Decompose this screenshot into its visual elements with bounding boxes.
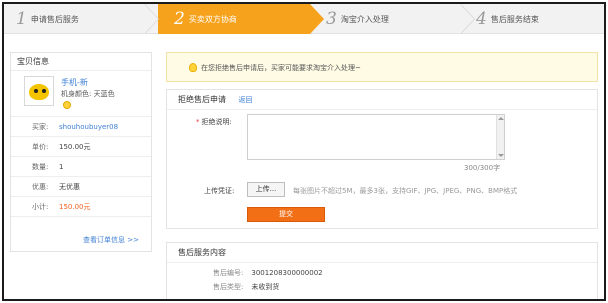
after-sale-row-id: 售后编号: 3001208300000002 xyxy=(213,268,323,278)
progress-steps: 1 申请售后服务 2 买卖双方协商 3 淘宝介入处理 4 售后服务结束 xyxy=(4,4,604,34)
info-row-quantity: 数量: 1 xyxy=(11,157,151,177)
info-key: 单价: xyxy=(32,143,49,151)
after-sale-row-type: 售后类型: 未收到货 xyxy=(213,282,279,292)
info-key: 优惠: xyxy=(32,183,49,191)
product-attribute: 机身颜色: 天蓝色 xyxy=(61,90,115,98)
reason-label-text: 拒绝说明: xyxy=(201,118,232,126)
product-name-link[interactable]: 手机-新 xyxy=(61,77,88,88)
back-link[interactable]: 返回 xyxy=(239,96,253,104)
info-value: 无优惠 xyxy=(59,183,80,191)
view-order-link[interactable]: 查看订单信息 >> xyxy=(83,235,139,245)
subtotal-value: 150.00元 xyxy=(59,203,91,211)
info-row-buyer: 买家: shouhoubuyer08 xyxy=(11,117,151,137)
step-label: 申请售后服务 xyxy=(30,14,79,24)
info-value: 150.00元 xyxy=(59,143,91,151)
step-label: 买卖双方协商 xyxy=(188,14,237,24)
product-summary: 手机-新 机身颜色: 天蓝色 xyxy=(11,71,151,117)
notice-text: 在您拒绝售后申请后，买家可能要求淘宝介入处理~ xyxy=(201,64,361,72)
lightbulb-icon xyxy=(189,63,197,72)
product-thumbnail[interactable] xyxy=(24,76,54,106)
refuse-form-panel: 拒绝售后申请 返回 * 拒绝说明: 300/300字 上传凭证: 上传... 每张… xyxy=(166,89,598,229)
info-key: 买家: xyxy=(32,123,49,131)
step-label: 售后服务结束 xyxy=(490,14,539,24)
scroll-up-icon[interactable] xyxy=(498,117,504,120)
badge-icon xyxy=(63,101,71,109)
step-number: 1 xyxy=(16,9,27,29)
after-sale-panel: 售后服务内容 售后编号: 3001208300000002 售后类型: 未收到货 xyxy=(166,242,598,299)
smiley-icon xyxy=(29,84,49,100)
textarea-scrollbar[interactable] xyxy=(496,115,504,159)
info-row-subtotal: 小计: 150.00元 xyxy=(11,197,151,217)
reason-textarea[interactable] xyxy=(247,114,505,160)
refuse-form-header: 拒绝售后申请 返回 xyxy=(167,90,597,110)
upload-button[interactable]: 上传... xyxy=(247,182,285,197)
after-sale-title: 售后服务内容 xyxy=(167,243,597,263)
info-key: 数量: xyxy=(32,163,49,171)
upload-hint: 每张图片不超过5M，最多3张，支持GIF、JPG、JPEG、PNG、BMP格式 xyxy=(293,187,518,195)
item-info-title: 宝贝信息 xyxy=(11,53,151,71)
step-number: 2 xyxy=(174,9,185,29)
step-4: 4 售后服务结束 xyxy=(476,4,539,34)
buyer-link[interactable]: shouhoubuyer08 xyxy=(59,117,118,137)
step-2-active: 2 买卖双方协商 xyxy=(158,4,310,34)
step-number: 4 xyxy=(476,9,487,29)
after-sale-key: 售后编号: xyxy=(213,269,244,277)
info-row-discount: 优惠: 无优惠 xyxy=(11,177,151,197)
info-key: 小计: xyxy=(32,203,49,211)
after-sale-value: 未收到货 xyxy=(251,283,280,291)
app-frame: 1 申请售后服务 2 买卖双方协商 3 淘宝介入处理 4 售后服务结束 宝贝信息… xyxy=(2,2,606,301)
step-1: 1 申请售后服务 xyxy=(16,4,79,34)
upload-label: 上传凭证: xyxy=(204,187,235,195)
info-row-price: 单价: 150.00元 xyxy=(11,137,151,157)
info-value: 1 xyxy=(59,163,64,171)
char-counter: 300/300字 xyxy=(464,164,501,172)
step-number: 3 xyxy=(326,9,337,29)
after-sale-key: 售后类型: xyxy=(213,283,244,291)
submit-button[interactable]: 提交 xyxy=(247,207,325,222)
notice-banner: 在您拒绝售后申请后，买家可能要求淘宝介入处理~ xyxy=(166,52,598,82)
item-info-panel: 宝贝信息 手机-新 机身颜色: 天蓝色 买家: shouhoubuyer08 单… xyxy=(10,52,152,252)
after-sale-value: 3001208300000002 xyxy=(251,269,323,277)
step-label: 淘宝介入处理 xyxy=(340,14,389,24)
scroll-down-icon[interactable] xyxy=(498,154,504,157)
step-3: 3 淘宝介入处理 xyxy=(326,4,389,34)
required-marker: * xyxy=(196,118,200,126)
refuse-form-title: 拒绝售后申请 xyxy=(178,95,226,104)
reason-label: * 拒绝说明: xyxy=(196,117,232,127)
